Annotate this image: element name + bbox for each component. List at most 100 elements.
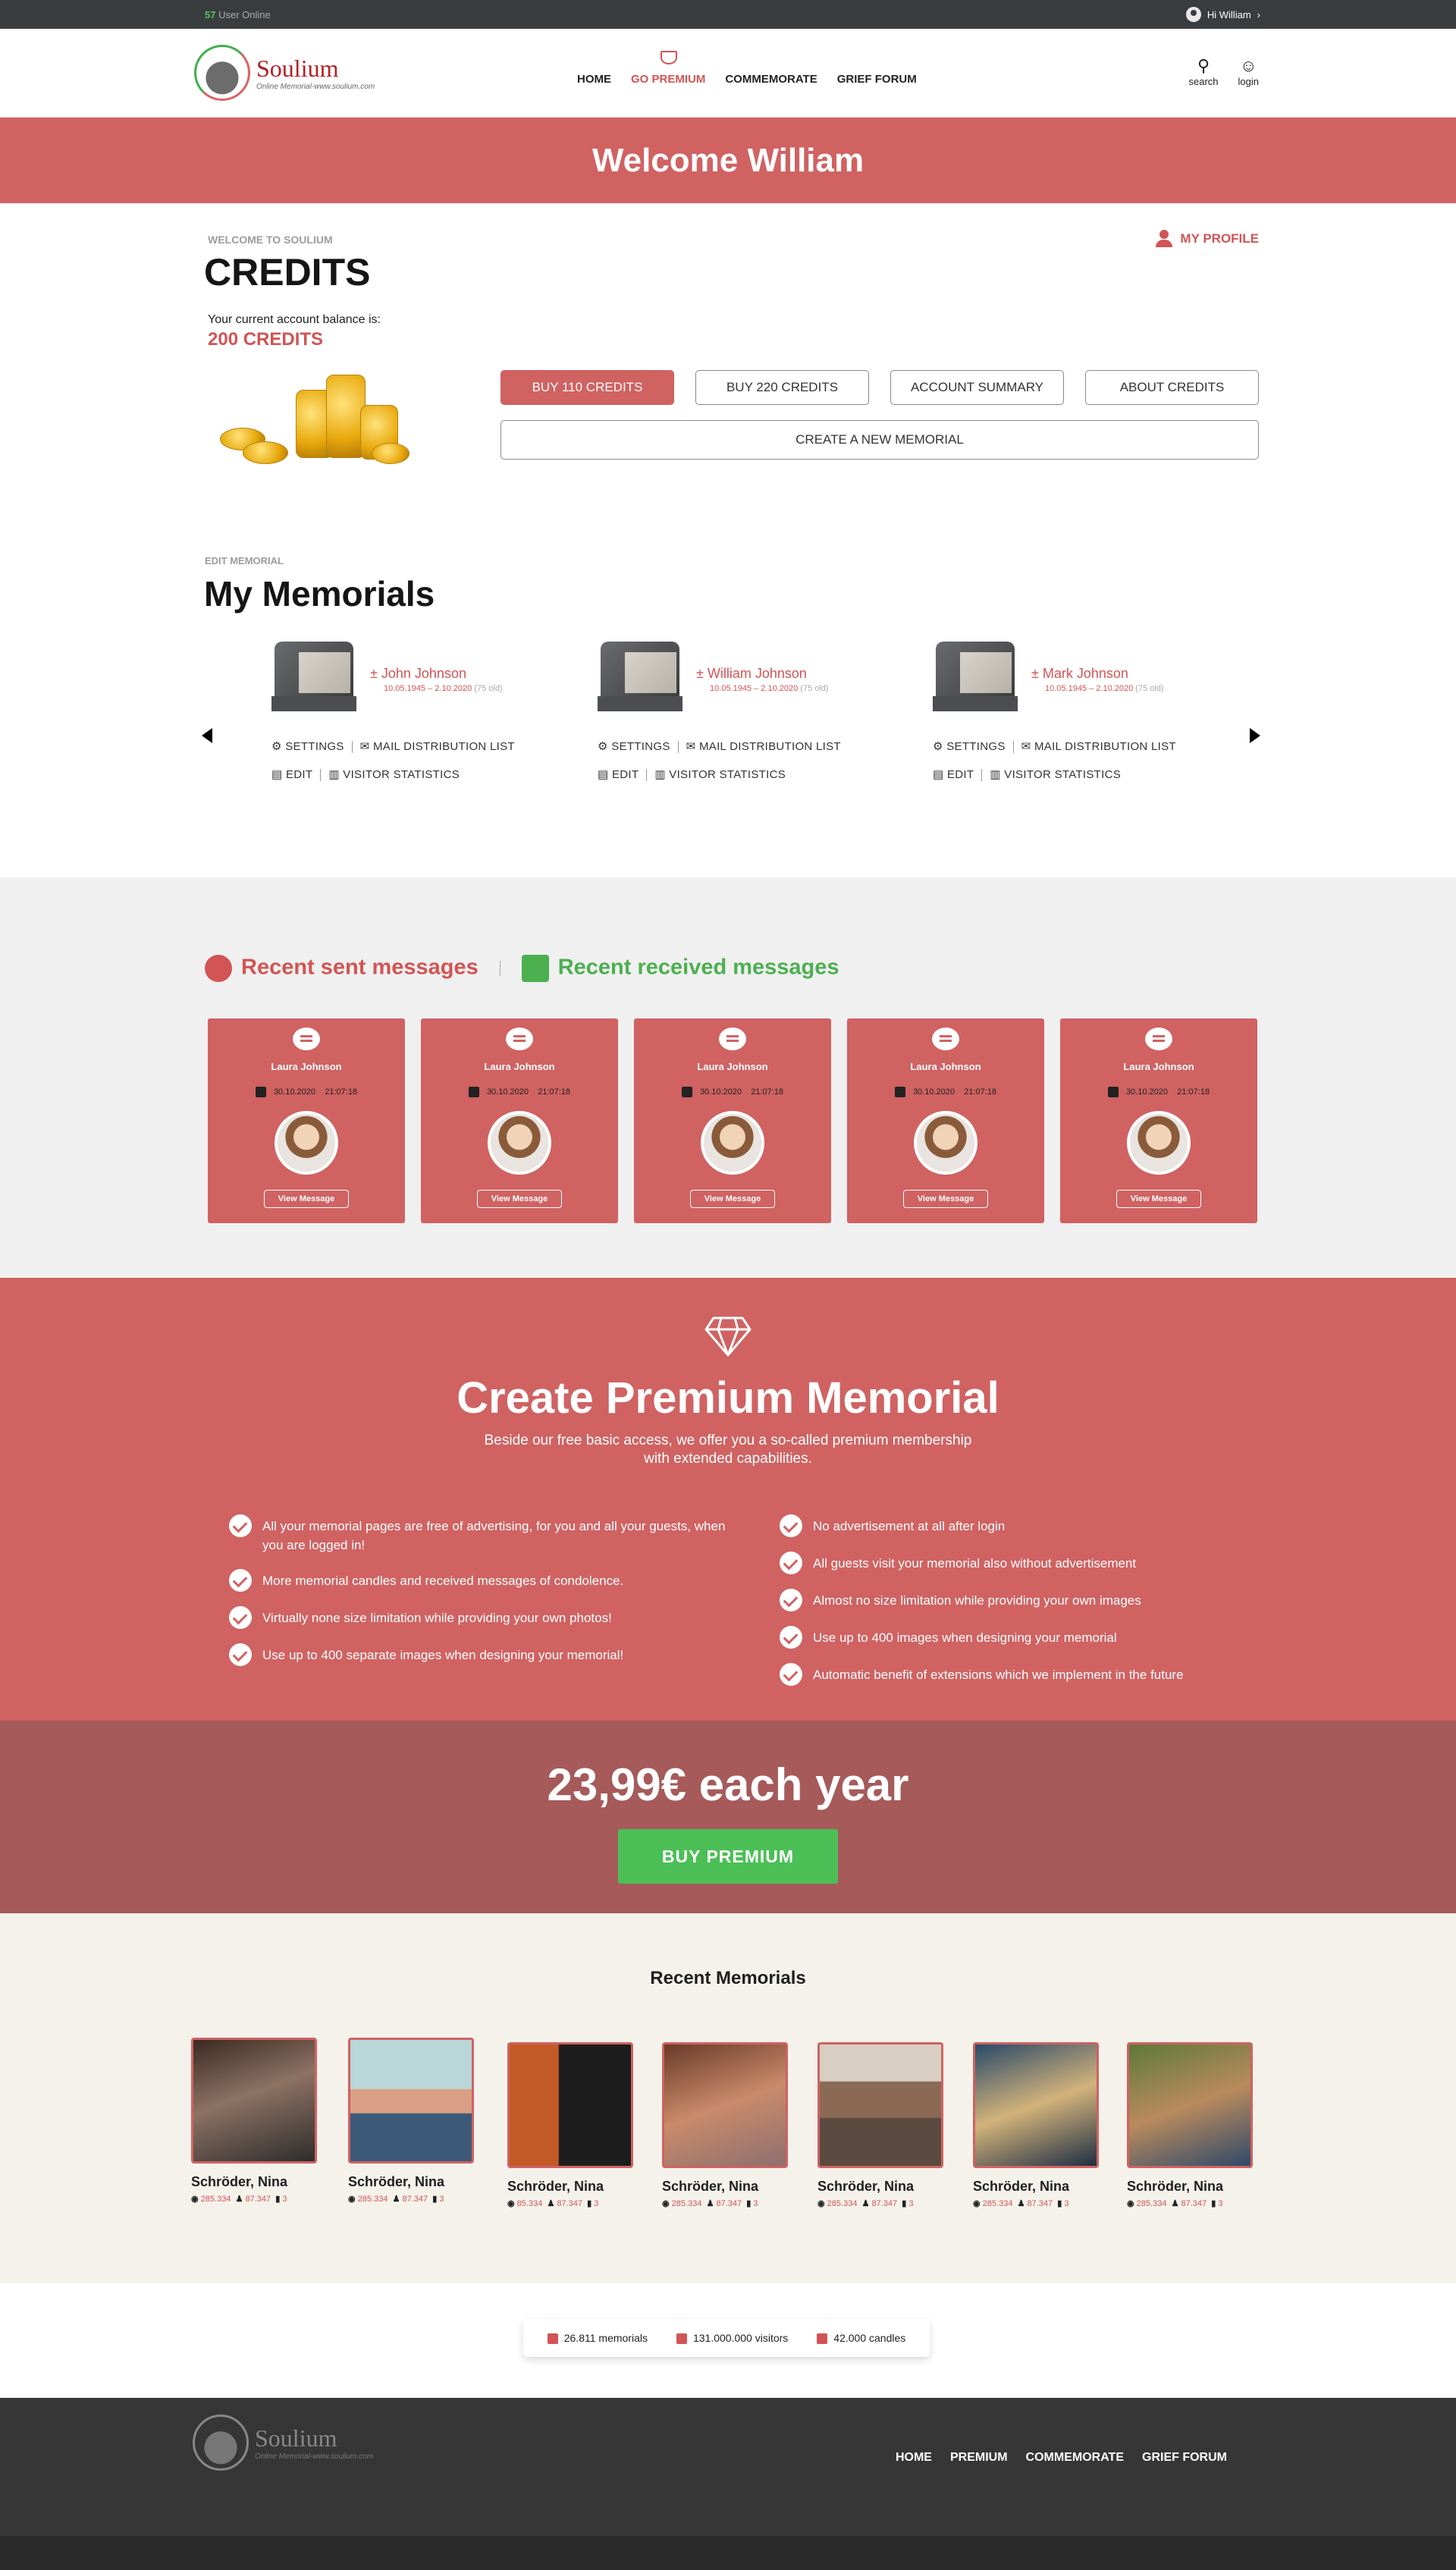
check-icon — [229, 1643, 252, 1666]
carousel-next-icon[interactable] — [1250, 728, 1260, 743]
mail-list-link[interactable]: ✉ MAIL DISTRIBUTION LIST — [686, 740, 841, 753]
carousel-prev-icon[interactable] — [202, 728, 212, 743]
credits-title: CREDITS — [204, 251, 371, 293]
footer-nav-premium[interactable]: PREMIUM — [950, 2451, 1008, 2465]
memorial-dates: 10.05.1945 – 2.10.2020 (75 old) — [1045, 684, 1164, 693]
buy-premium-button[interactable]: BUY PREMIUM — [618, 1829, 838, 1884]
main-nav: HOME GO PREMIUM COMMEMORATE GRIEF FORUM — [577, 29, 917, 118]
mail-list-link[interactable]: ✉ MAIL DISTRIBUTION LIST — [360, 740, 515, 753]
site-stats: 26.811 memorials 131.000.000 visitors 42… — [523, 2319, 930, 2357]
premium-title: Create Premium Memorial — [457, 1373, 999, 1423]
visitor-stats-link[interactable]: ▥ VISITOR STATISTICS — [328, 768, 460, 781]
search-icon: ⚲ — [1197, 56, 1210, 75]
edit-link[interactable]: ▤ EDIT — [598, 768, 639, 781]
memorial-dates: 10.05.1945 – 2.10.2020 (75 old) — [384, 684, 503, 693]
view-message-button[interactable]: View Message — [264, 1190, 349, 1208]
recent-memorial-card[interactable]: Schröder, Nina ◉ 85.334 ♟ 87.347 ▮ 3 — [507, 2042, 633, 2208]
nav-grief-forum[interactable]: GRIEF FORUM — [837, 73, 917, 86]
memorial-photo — [507, 2042, 633, 2168]
check-icon — [780, 1589, 802, 1611]
memorial-card: ± Mark Johnson 10.05.1945 – 2.10.2020 (7… — [933, 642, 1221, 801]
visitors-icon — [676, 2333, 687, 2345]
footer-nav-home[interactable]: HOME — [896, 2451, 932, 2465]
user-menu[interactable]: Hi William › — [1185, 7, 1260, 22]
recent-memorials-section: Recent Memorials Schröder, Nina ◉ 285.334… — [0, 1913, 1456, 2283]
view-message-button[interactable]: View Message — [903, 1190, 988, 1208]
top-bar: 57 User Online Hi William › — [0, 0, 1456, 29]
about-credits-button[interactable]: ABOUT CREDITS — [1085, 370, 1259, 405]
feature-list-right: No advertisement at all after login All … — [780, 1514, 1303, 1702]
message-card: Laura Johnson 30.10.2020 21:07:18 View Mes… — [847, 1018, 1044, 1223]
recent-memorial-card[interactable]: Schröder, Nina ◉ 285.334 ♟ 87.347 ▮ 3 — [1127, 2042, 1253, 2208]
sender-photo — [914, 1111, 977, 1175]
nav-go-premium[interactable]: GO PREMIUM — [631, 51, 705, 86]
gravestone-icon — [271, 642, 356, 711]
recent-memorial-card[interactable]: Schröder, Nina ◉ 285.334 ♟ 87.347 ▮ 3 — [973, 2042, 1099, 2208]
feature-item: No advertisement at all after login — [780, 1514, 1303, 1537]
stat-candles: 42.000 candles — [817, 2332, 905, 2345]
brand-tagline: Online Memorial-www.soulium.com — [256, 83, 375, 91]
price-section: 23,99€ each year BUY PREMIUM — [0, 1721, 1456, 1913]
check-icon — [229, 1606, 252, 1629]
message-card: Laura Johnson 30.10.2020 21:07:18 View Mes… — [634, 1018, 831, 1223]
buy-220-credits-button[interactable]: BUY 220 CREDITS — [695, 370, 869, 405]
visitor-stats-link[interactable]: ▥ VISITOR STATISTICS — [654, 768, 786, 781]
recent-memorial-card[interactable]: Schröder, Nina ◉ 285.334 ♟ 87.347 ▮ 3 — [191, 2038, 317, 2204]
settings-link[interactable]: ⚙ SETTINGS — [933, 740, 1006, 753]
tab-sent-messages[interactable]: Recent sent messages — [205, 955, 479, 982]
memorial-name[interactable]: ± John Johnson — [370, 666, 466, 682]
footer-nav-commemorate[interactable]: COMMEMORATE — [1026, 2451, 1124, 2465]
footer-logo[interactable]: Soulium Online Memorial-www.soulium.com — [193, 2415, 390, 2471]
medal-icon — [205, 955, 232, 982]
check-icon — [780, 1514, 802, 1537]
recent-memorial-card[interactable]: Schröder, Nina ◉ 285.334 ♟ 87.347 ▮ 3 — [348, 2038, 474, 2204]
credits-eyebrow: WELCOME TO SOULIUM — [208, 234, 333, 246]
nav-home[interactable]: HOME — [577, 73, 611, 86]
edit-link[interactable]: ▤ EDIT — [271, 768, 312, 781]
message-card: Laura Johnson 30.10.2020 21:07:18 View Mes… — [208, 1018, 405, 1223]
gravestone-icon — [933, 642, 1018, 711]
message-card: Laura Johnson 30.10.2020 21:07:18 View Mes… — [1060, 1018, 1257, 1223]
logo[interactable]: Soulium Online Memorial-www.soulium.com — [194, 45, 391, 101]
credit-actions: BUY 110 CREDITS BUY 220 CREDITS ACCOUNT … — [500, 370, 1259, 405]
footer-nav-grief-forum[interactable]: GRIEF FORUM — [1142, 2451, 1227, 2465]
view-message-button[interactable]: View Message — [1116, 1190, 1201, 1208]
settings-link[interactable]: ⚙ SETTINGS — [598, 740, 670, 753]
check-icon — [229, 1514, 252, 1537]
view-message-button[interactable]: View Message — [477, 1190, 562, 1208]
price-label: 23,99€ each year — [547, 1759, 909, 1810]
my-profile-link[interactable]: MY PROFILE — [1156, 230, 1259, 248]
calendar-icon — [468, 1087, 479, 1097]
feature-list-left: All your memorial pages are free of adve… — [229, 1514, 752, 1683]
recent-memorial-card[interactable]: Schröder, Nina ◉ 285.334 ♟ 87.347 ▮ 3 — [817, 2042, 943, 2208]
edit-link[interactable]: ▤ EDIT — [933, 768, 974, 781]
candle-icon — [817, 2333, 828, 2345]
chat-bubble-icon — [293, 1028, 320, 1050]
tab-received-messages[interactable]: Recent received messages — [521, 955, 839, 982]
chat-bubble-icon — [506, 1028, 533, 1050]
sender-photo — [275, 1111, 338, 1175]
site-footer: Soulium Online Memorial-www.soulium.com H… — [0, 2398, 1456, 2536]
footer-nav: HOME PREMIUM COMMEMORATE GRIEF FORUM — [896, 2451, 1227, 2465]
memorial-card: ± William Johnson 10.05.1945 – 2.10.2020… — [598, 642, 886, 801]
search-button[interactable]: ⚲ search — [1189, 56, 1219, 87]
settings-link[interactable]: ⚙ SETTINGS — [271, 740, 344, 753]
nav-commemorate[interactable]: COMMEMORATE — [725, 73, 817, 86]
stat-visitors: 131.000.000 visitors — [676, 2332, 788, 2345]
visitor-stats-link[interactable]: ▥ VISITOR STATISTICS — [990, 768, 1121, 781]
feature-item: All your memorial pages are free of adve… — [229, 1514, 752, 1555]
gravestone-icon — [598, 642, 682, 711]
login-button[interactable]: ☺ login — [1238, 56, 1259, 87]
recent-memorial-card[interactable]: Schröder, Nina ◉ 285.334 ♟ 87.347 ▮ 3 — [662, 2042, 788, 2208]
gold-coins-image — [220, 375, 417, 469]
credits-section: WELCOME TO SOULIUM CREDITS Your current … — [0, 203, 1456, 531]
feature-item: Use up to 400 images when designing your… — [780, 1626, 1303, 1649]
mail-list-link[interactable]: ✉ MAIL DISTRIBUTION LIST — [1021, 740, 1176, 753]
buy-110-credits-button[interactable]: BUY 110 CREDITS — [500, 370, 674, 405]
create-memorial-button[interactable]: CREATE A NEW MEMORIAL — [500, 420, 1259, 460]
memorial-name[interactable]: ± William Johnson — [696, 666, 807, 682]
memorial-name[interactable]: ± Mark Johnson — [1031, 666, 1128, 682]
memorial-photo — [817, 2042, 943, 2168]
view-message-button[interactable]: View Message — [690, 1190, 775, 1208]
account-summary-button[interactable]: ACCOUNT SUMMARY — [890, 370, 1064, 405]
